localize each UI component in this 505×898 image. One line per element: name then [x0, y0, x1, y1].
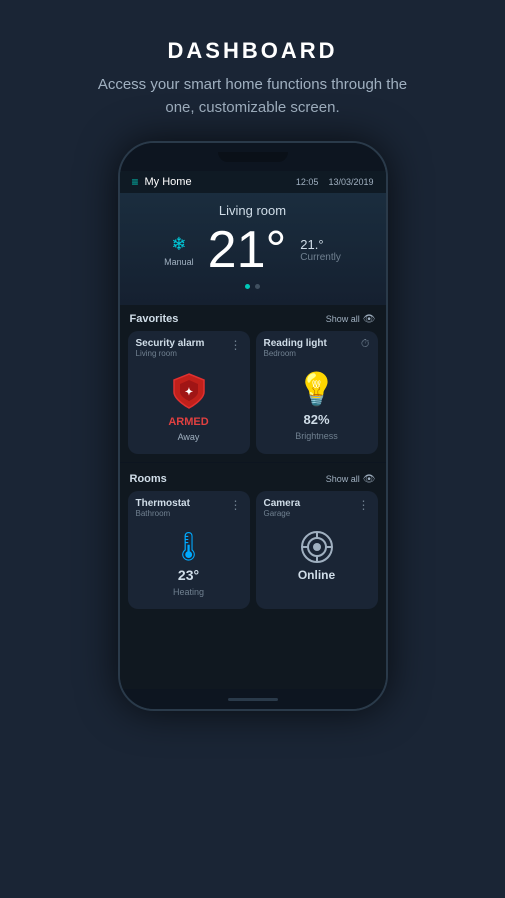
- clock-icon: ⏱: [361, 338, 370, 351]
- camera-card[interactable]: Camera Garage ⋮: [256, 491, 378, 609]
- rooms-title: Rooms: [130, 473, 167, 485]
- app-logo-icon: ≡: [132, 175, 139, 189]
- camera-title: Camera: [264, 498, 301, 509]
- rooms-eye-icon: 👁: [363, 474, 376, 485]
- phone-notch: [218, 152, 288, 162]
- scroll-content[interactable]: Favorites Show all 👁 Security alarm Livi…: [120, 305, 386, 689]
- page-subtitle: Access your smart home functions through…: [93, 74, 413, 119]
- thermostat-title-group: Thermostat Bathroom: [136, 498, 190, 518]
- security-alarm-subtitle: Living room: [136, 349, 205, 358]
- security-alarm-title-group: Security alarm Living room: [136, 338, 205, 358]
- reading-light-card[interactable]: Reading light Bedroom ⏱ 💡 82% Brightness: [256, 331, 378, 454]
- brightness-value: 82%: [303, 412, 329, 427]
- brightness-label: Brightness: [295, 431, 338, 441]
- favorites-eye-icon: 👁: [363, 314, 376, 325]
- reading-light-subtitle: Bedroom: [264, 349, 327, 358]
- hero-dot-2: [255, 284, 260, 289]
- snowflake-icon: ❄: [171, 234, 186, 255]
- security-alarm-title: Security alarm: [136, 338, 205, 349]
- reading-light-title: Reading light: [264, 338, 327, 349]
- phone-mockup: ≡ My Home 12:05 13/03/2019 Living room ❄…: [118, 141, 388, 711]
- rooms-cards-grid: Thermostat Bathroom ⋮ 🌡 23° Heating: [120, 491, 386, 617]
- page-title: DASHBOARD: [168, 38, 338, 64]
- thermo-value: 23°: [178, 567, 199, 583]
- security-alarm-body: ✦ ARMED Away: [128, 362, 250, 454]
- status-date: 13/03/2019: [328, 177, 373, 187]
- favorites-section-header: Favorites Show all 👁: [120, 305, 386, 331]
- rooms-show-all[interactable]: Show all 👁: [326, 474, 376, 485]
- status-bar-datetime: 12:05 13/03/2019: [296, 177, 374, 187]
- hero-currently-label: Currently: [300, 252, 341, 263]
- security-alarm-card[interactable]: Security alarm Living room ⋮ ✦: [128, 331, 250, 454]
- section-divider: [120, 462, 386, 463]
- shield-icon: ✦: [168, 370, 210, 412]
- reading-light-body: 💡 82% Brightness: [256, 362, 378, 453]
- camera-menu-icon[interactable]: ⋮: [358, 498, 370, 512]
- status-bar-left: ≡ My Home: [132, 175, 192, 189]
- thermostat-menu-icon[interactable]: ⋮: [230, 498, 242, 512]
- status-time: 12:05: [296, 177, 319, 187]
- camera-header: Camera Garage ⋮: [256, 491, 378, 522]
- phone-bottom: [120, 689, 386, 709]
- hero-section: Living room ❄ Manual 21° 21.° Currently: [120, 193, 386, 305]
- favorites-title: Favorites: [130, 313, 179, 325]
- thermostat-title: Thermostat: [136, 498, 190, 509]
- hero-manual-label: Manual: [164, 257, 194, 267]
- app-name-label: My Home: [145, 176, 192, 188]
- thermostat-body: 🌡 23° Heating: [128, 522, 250, 609]
- home-indicator: [228, 698, 278, 701]
- hero-dot-1: [245, 284, 250, 289]
- bulb-icon: 💡: [297, 370, 337, 408]
- phone-notch-area: [120, 143, 386, 171]
- thermostat-subtitle: Bathroom: [136, 509, 190, 518]
- hero-room-name: Living room: [120, 203, 386, 218]
- svg-text:✦: ✦: [184, 387, 192, 398]
- rooms-section-header: Rooms Show all 👁: [120, 465, 386, 491]
- thermometer-icon: 🌡: [171, 530, 207, 563]
- thermo-label: Heating: [173, 587, 204, 597]
- camera-body: Online: [256, 522, 378, 594]
- favorites-cards-grid: Security alarm Living room ⋮ ✦: [120, 331, 386, 462]
- thermostat-header: Thermostat Bathroom ⋮: [128, 491, 250, 522]
- hero-page-dots: [120, 284, 386, 289]
- alarm-status-label: ARMED: [168, 416, 208, 428]
- reading-light-title-group: Reading light Bedroom: [264, 338, 327, 358]
- camera-title-group: Camera Garage: [264, 498, 301, 518]
- reading-light-header: Reading light Bedroom: [256, 331, 378, 362]
- hero-manual: ❄ Manual: [164, 234, 194, 267]
- camera-status-label: Online: [298, 568, 335, 582]
- phone-screen: ≡ My Home 12:05 13/03/2019 Living room ❄…: [120, 171, 386, 689]
- hero-temp-row: ❄ Manual 21° 21.° Currently: [120, 224, 386, 276]
- favorites-show-all[interactable]: Show all 👁: [326, 314, 376, 325]
- alarm-status-sub: Away: [178, 432, 200, 442]
- status-bar: ≡ My Home 12:05 13/03/2019: [120, 171, 386, 193]
- camera-subtitle: Garage: [264, 509, 301, 518]
- security-alarm-menu-icon[interactable]: ⋮: [230, 338, 242, 352]
- security-alarm-header: Security alarm Living room ⋮: [128, 331, 250, 362]
- hero-temp-right: 21.° Currently: [300, 237, 341, 263]
- hero-current-temp: 21.°: [300, 237, 323, 252]
- hero-temperature: 21°: [208, 224, 287, 276]
- camera-lens-icon: [300, 530, 334, 564]
- thermostat-card[interactable]: Thermostat Bathroom ⋮ 🌡 23° Heating: [128, 491, 250, 609]
